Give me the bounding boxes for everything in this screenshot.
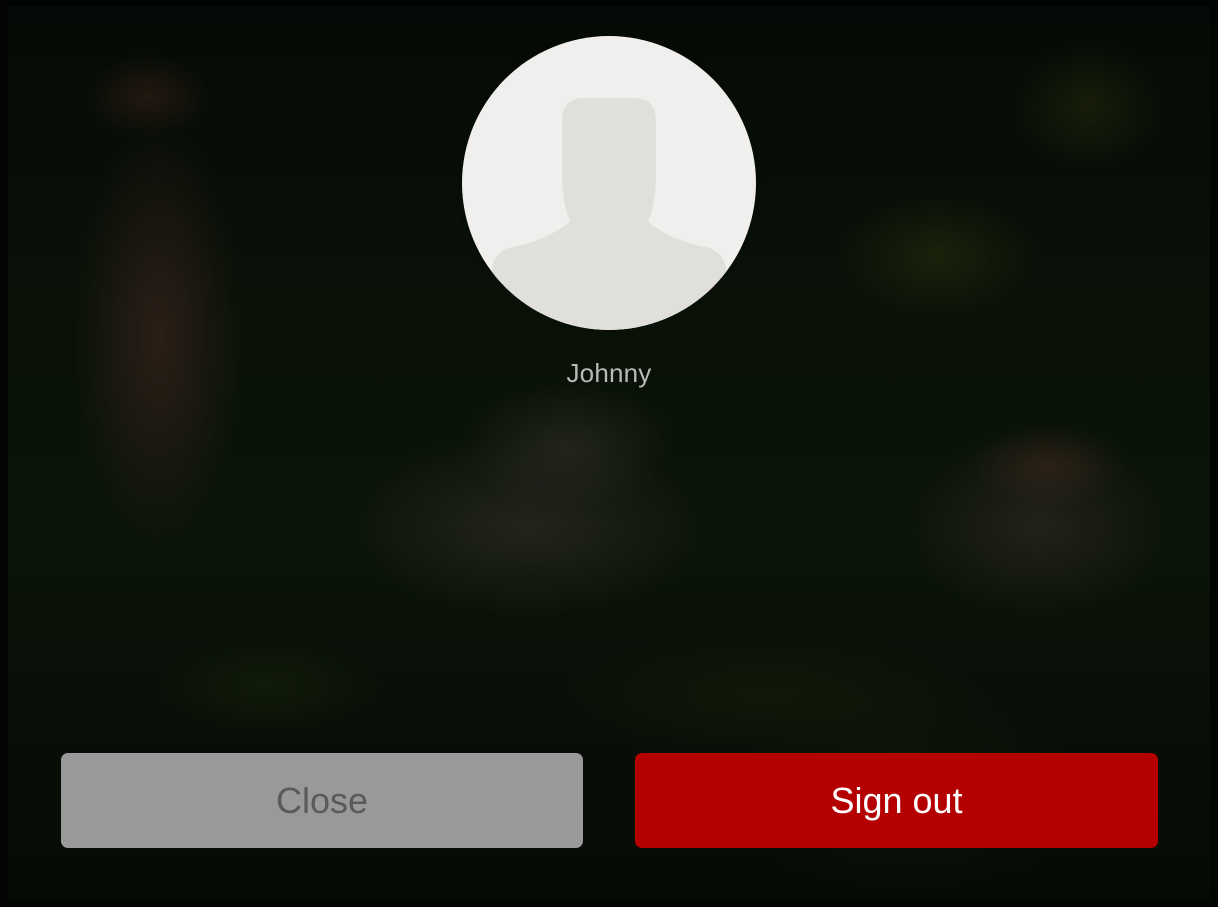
action-bar: Close Sign out — [61, 753, 1158, 848]
sign-out-button[interactable]: Sign out — [635, 753, 1158, 848]
user-panel: Johnny — [0, 36, 1218, 389]
username-label: Johnny — [566, 358, 652, 388]
sign-out-screen: Johnny Close Sign out — [0, 0, 1218, 907]
user-silhouette-icon — [492, 98, 726, 330]
avatar — [462, 36, 756, 330]
close-button[interactable]: Close — [61, 753, 583, 848]
